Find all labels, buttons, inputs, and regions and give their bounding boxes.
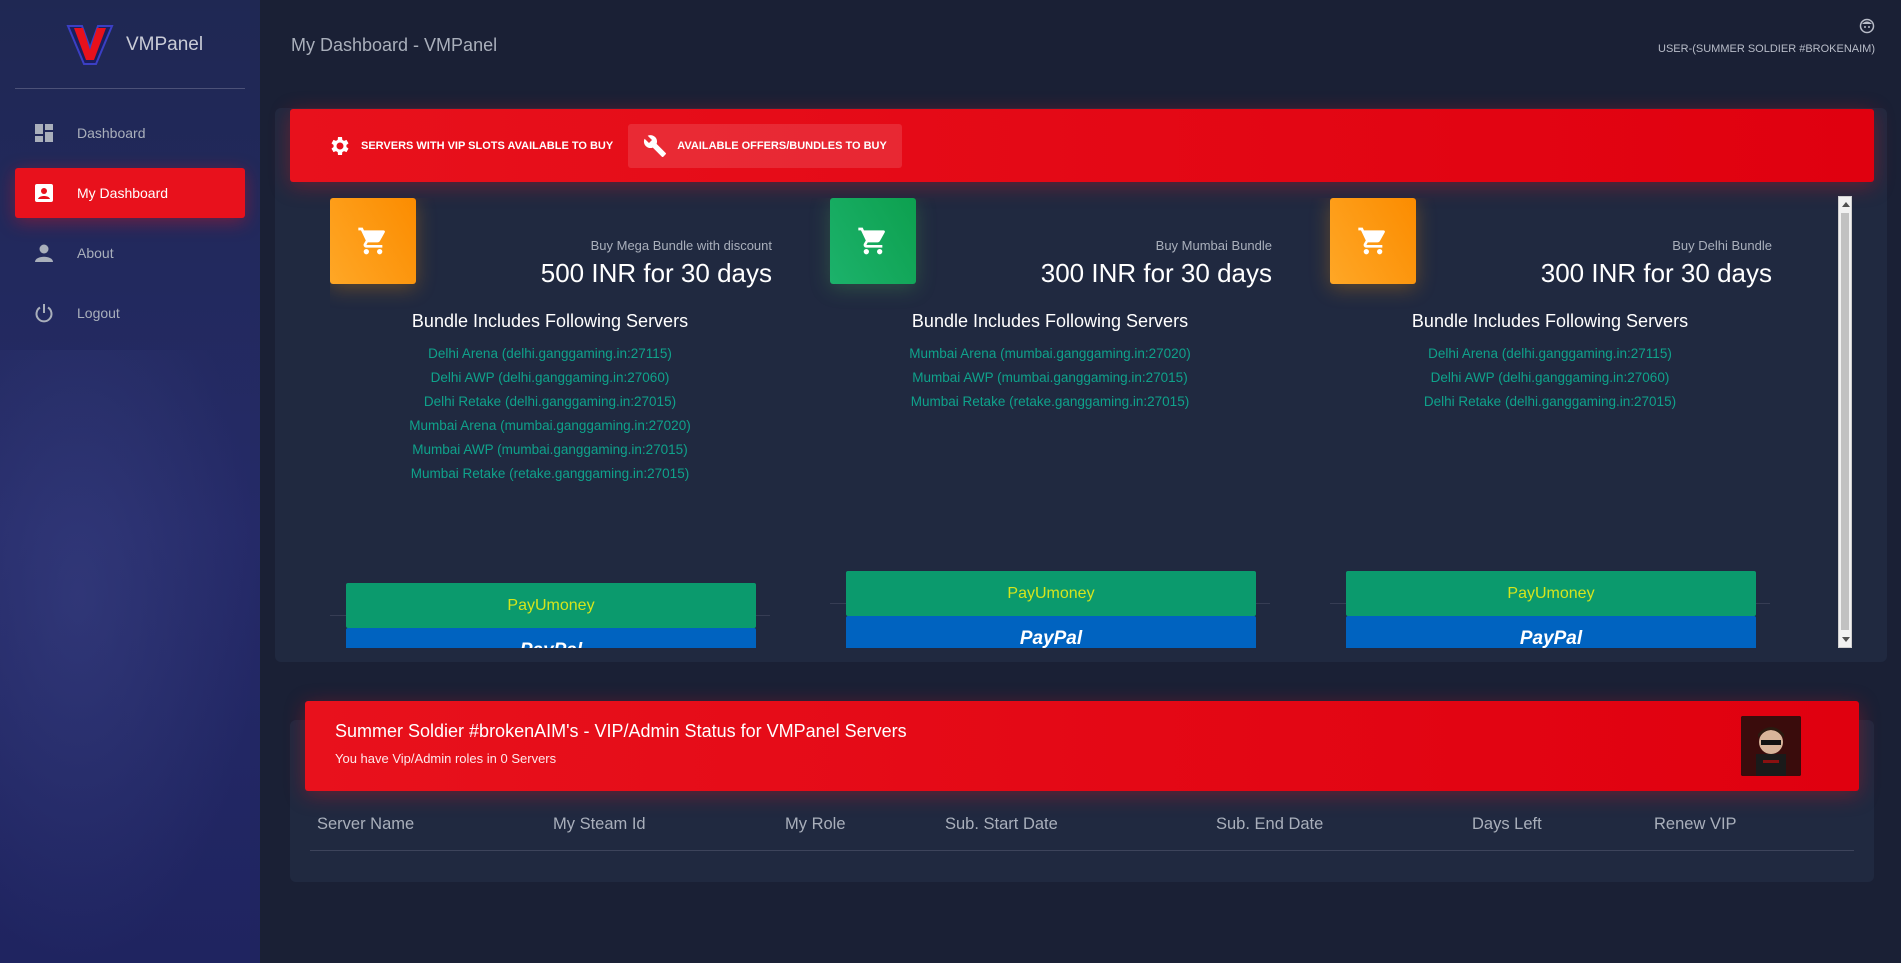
column-steam-id[interactable]: My Steam Id <box>553 815 646 834</box>
page-title: My Dashboard - VMPanel <box>291 35 498 55</box>
column-role[interactable]: My Role <box>785 815 846 834</box>
tab-vip-slots[interactable]: SERVERS WITH VIP SLOTS AVAILABLE TO BUY <box>312 124 628 168</box>
sidebar-item-dashboard[interactable]: Dashboard <box>15 108 245 158</box>
vip-status-subtitle: You have Vip/Admin roles in 0 Servers <box>335 751 557 766</box>
list-item: Mumbai Retake (retake.ganggaming.in:2701… <box>910 394 1190 409</box>
list-item: Delhi Arena (delhi.ganggaming.in:27115) <box>1428 346 1672 361</box>
user-menu[interactable]: USER-(SUMMER SOLDIER #BROKENAIM) <box>1658 18 1875 55</box>
person-icon <box>33 242 55 264</box>
column-renew-vip[interactable]: Renew VIP <box>1654 815 1737 834</box>
sidebar-item-my-dashboard[interactable]: My Dashboard <box>15 168 245 218</box>
sidebar-item-logout[interactable]: Logout <box>15 288 245 338</box>
cart-icon <box>858 227 885 255</box>
paypal-label: PayPal <box>520 640 582 649</box>
vip-status-title: Summer Soldier #brokenAIM's - VIP/Admin … <box>335 721 907 741</box>
paypal-label: PayPal <box>1519 627 1583 649</box>
list-item: Mumbai AWP (mumbai.ganggaming.in:27015) <box>412 442 688 457</box>
tab-offers-bundles[interactable]: AVAILABLE OFFERS/BUNDLES TO BUY <box>628 123 902 168</box>
list-item: Mumbai Retake (retake.ganggaming.in:2701… <box>410 466 690 481</box>
payumoney-label: PayUmoney <box>1507 584 1595 602</box>
cart-icon <box>1358 227 1385 255</box>
sidebar-nav: Dashboard My Dashboard About Logout <box>15 108 245 348</box>
bundles-card-header: SERVERS WITH VIP SLOTS AVAILABLE TO BUY … <box>290 109 1874 182</box>
paypal-button[interactable]: PayPal <box>846 616 1256 648</box>
tab-label: AVAILABLE OFFERS/BUNDLES TO BUY <box>677 139 887 152</box>
gear-icon <box>331 136 349 155</box>
bundle-icon <box>1330 198 1416 284</box>
brand-logo[interactable]: VMPanel <box>66 22 203 68</box>
list-item: Delhi Retake (delhi.ganggaming.in:27015) <box>1423 394 1677 409</box>
payumoney-button[interactable]: PayUmoney <box>846 571 1256 616</box>
dashboard-icon <box>33 122 55 144</box>
scroll-up-arrow-icon[interactable] <box>1842 202 1850 207</box>
sidebar-item-label: About <box>77 245 114 261</box>
list-item: Mumbai AWP (mumbai.ganggaming.in:27015) <box>912 370 1188 385</box>
paypal-button[interactable]: PayPal <box>1346 616 1756 648</box>
scroll-down-arrow-icon[interactable] <box>1842 637 1850 642</box>
column-start-date[interactable]: Sub. Start Date <box>945 815 1058 834</box>
column-server-name[interactable]: Server Name <box>317 815 414 834</box>
sidebar-item-label: Dashboard <box>77 125 146 141</box>
bundle-includes-heading: Bundle Includes Following Servers <box>1411 311 1689 331</box>
sidebar-item-label: My Dashboard <box>77 185 169 201</box>
list-item: Delhi Retake (delhi.ganggaming.in:27015) <box>423 394 677 409</box>
bundle-price: 500 INR for 30 days <box>540 258 772 288</box>
bundles-card: SERVERS WITH VIP SLOTS AVAILABLE TO BUY … <box>275 108 1887 662</box>
column-end-date[interactable]: Sub. End Date <box>1216 815 1323 834</box>
account-box-icon <box>33 182 55 204</box>
paypal-button[interactable]: PayPal <box>346 628 756 648</box>
power-icon <box>33 302 55 324</box>
payumoney-label: PayUmoney <box>1007 584 1095 602</box>
scrollbar-thumb[interactable] <box>1841 213 1849 630</box>
bundle-price: 300 INR for 30 days <box>1040 258 1272 288</box>
cart-icon <box>358 227 385 255</box>
sidebar-background <box>0 350 260 963</box>
bundle-card-mega: Buy Mega Bundle with discount 500 INR fo… <box>330 198 790 648</box>
sidebar-item-label: Logout <box>77 305 120 321</box>
bundle-icon <box>830 198 916 284</box>
main-content: My Dashboard - VMPanel USER-(SUMMER SOLD… <box>260 0 1901 963</box>
user-face-icon <box>1859 18 1875 34</box>
bundle-includes-heading: Bundle Includes Following Servers <box>911 311 1189 331</box>
sidebar-item-about[interactable]: About <box>15 228 245 278</box>
list-item: Delhi AWP (delhi.ganggaming.in:27060) <box>1430 370 1670 385</box>
sidebar: VMPanel Dashboard My Dashboard About Log <box>0 0 260 963</box>
column-days-left[interactable]: Days Left <box>1472 815 1542 834</box>
bundle-includes-heading: Bundle Includes Following Servers <box>411 311 689 331</box>
bundle-price: 300 INR for 30 days <box>1540 258 1772 288</box>
bundles-scrollbar[interactable] <box>1838 196 1852 648</box>
user-label: USER-(SUMMER SOLDIER #BROKENAIM) <box>1658 43 1875 55</box>
bundle-icon <box>330 198 416 284</box>
vip-status-card: Summer Soldier #brokenAIM's - VIP/Admin … <box>290 701 1874 882</box>
bundle-server-list: Delhi Arena (delhi.ganggaming.in:27115) … <box>330 342 770 486</box>
payumoney-label: PayUmoney <box>507 596 595 614</box>
sidebar-divider <box>15 88 245 89</box>
bundle-subtitle: Buy Mumbai Bundle <box>1155 238 1272 253</box>
avatar <box>1741 716 1801 776</box>
list-item: Mumbai Arena (mumbai.ganggaming.in:27020… <box>409 418 691 433</box>
tab-label: SERVERS WITH VIP SLOTS AVAILABLE TO BUY <box>361 139 614 152</box>
bundle-subtitle: Buy Delhi Bundle <box>1672 238 1772 253</box>
bundle-server-list: Mumbai Arena (mumbai.ganggaming.in:27020… <box>830 342 1270 414</box>
payumoney-button[interactable]: PayUmoney <box>346 583 756 628</box>
bundle-server-list: Delhi Arena (delhi.ganggaming.in:27115) … <box>1330 342 1770 414</box>
vmpanel-logo-icon <box>66 25 114 65</box>
wrench-icon <box>644 134 667 157</box>
list-item: Mumbai Arena (mumbai.ganggaming.in:27020… <box>909 346 1191 361</box>
bundle-subtitle: Buy Mega Bundle with discount <box>590 238 772 253</box>
brand-name: VMPanel <box>126 34 204 55</box>
payumoney-button[interactable]: PayUmoney <box>1346 571 1756 616</box>
vip-status-header: Summer Soldier #brokenAIM's - VIP/Admin … <box>305 701 1859 791</box>
list-item: Delhi AWP (delhi.ganggaming.in:27060) <box>430 370 670 385</box>
vip-status-table-header: Server Name My Steam Id My Role Sub. Sta… <box>310 815 1854 851</box>
paypal-label: PayPal <box>1019 627 1083 649</box>
list-item: Delhi Arena (delhi.ganggaming.in:27115) <box>428 346 672 361</box>
